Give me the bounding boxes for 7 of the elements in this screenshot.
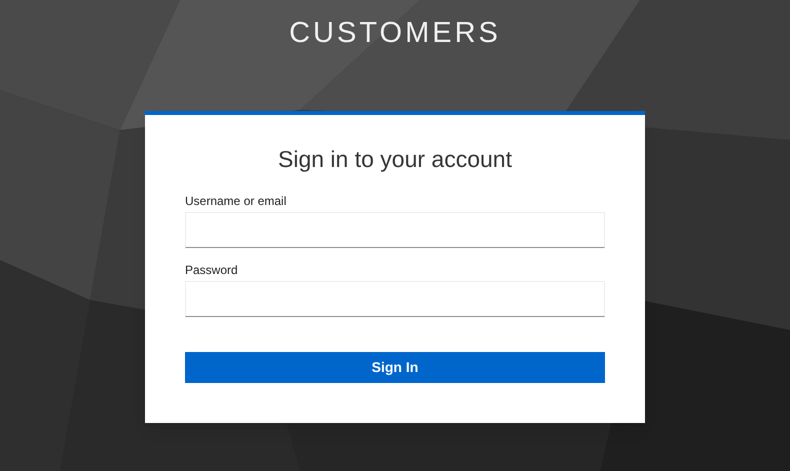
realm-title: CUSTOMERS (289, 16, 501, 50)
input-field[interactable] (185, 281, 605, 317)
sign-in-button[interactable]: Sign In (185, 352, 605, 383)
field-label: Username or email (185, 193, 286, 209)
card-heading: Sign in to your account (277, 145, 513, 173)
input-field[interactable] (185, 212, 605, 248)
field-label: Password (185, 262, 238, 278)
